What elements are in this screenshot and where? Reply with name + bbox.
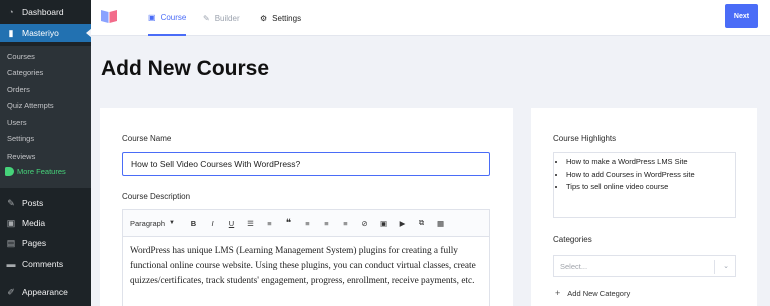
submenu-courses[interactable]: Courses — [7, 52, 35, 61]
tab-settings[interactable]: ⚙ Settings — [260, 0, 301, 36]
submenu-users[interactable]: Users — [7, 118, 27, 127]
menu-appearance-label: Appearance — [22, 287, 68, 297]
embed-icon[interactable]: ⧉ — [412, 218, 431, 228]
highlight-item: How to add Courses in WordPress site — [566, 169, 723, 182]
course-name-input[interactable]: How to Sell Video Courses With WordPress… — [122, 152, 490, 176]
bold-icon[interactable]: B — [184, 219, 203, 228]
dashboard-icon: ◔ — [8, 7, 14, 17]
course-name-value: How to Sell Video Courses With WordPress… — [131, 159, 301, 169]
menu-pages[interactable]: ▤ Pages — [0, 234, 91, 252]
categories-label: Categories — [553, 235, 592, 244]
menu-masteriyo[interactable]: ▮ Masteriyo — [0, 24, 92, 42]
chevron-down-icon: ▼ — [169, 220, 175, 226]
submenu-orders[interactable]: Orders — [7, 85, 30, 94]
highlight-item: Tips to sell online video course — [566, 181, 723, 194]
tab-course[interactable]: ▣ Course — [148, 0, 187, 36]
pages-icon: ▤ — [6, 237, 16, 248]
plus-icon: + — [555, 288, 561, 298]
tab-builder-label: Builder — [214, 13, 240, 23]
numbered-list-icon[interactable]: ≡ — [260, 219, 279, 228]
quote-icon[interactable]: ❝ — [279, 218, 298, 229]
course-name-label: Course Name — [122, 134, 172, 143]
masteriyo-icon: ▮ — [8, 27, 14, 38]
link-icon[interactable]: ⊘ — [355, 219, 374, 228]
comments-icon: ▬ — [6, 259, 16, 269]
menu-comments[interactable]: ▬ Comments — [0, 255, 91, 273]
course-form-card: Course Name How to Sell Video Courses Wi… — [100, 108, 513, 306]
select-divider — [714, 260, 715, 274]
image-icon[interactable]: ▣ — [374, 219, 393, 228]
chevron-down-icon: ⌄ — [723, 263, 729, 270]
course-highlights-editor[interactable]: How to make a WordPress LMS Site How to … — [553, 152, 736, 218]
edit-icon: ✎ — [203, 13, 210, 23]
book-icon: ▣ — [148, 12, 156, 22]
italic-icon[interactable]: I — [203, 219, 222, 228]
menu-posts-label: Posts — [22, 198, 44, 208]
masteriyo-logo-icon — [101, 10, 117, 23]
highlight-item: How to make a WordPress LMS Site — [566, 156, 723, 169]
wp-admin-sidebar: ◔ Dashboard ▮ Masteriyo Courses Categori… — [0, 0, 92, 306]
pin-icon: ✎ — [7, 197, 15, 208]
appearance-icon: ✐ — [7, 286, 15, 297]
menu-dashboard-label: Dashboard — [22, 7, 64, 17]
categories-select[interactable]: Select... ⌄ — [553, 255, 736, 277]
video-icon[interactable]: ▶ — [393, 219, 412, 228]
menu-appearance[interactable]: ✐ Appearance — [0, 283, 91, 301]
align-center-icon[interactable]: ≡ — [317, 219, 336, 228]
editor-toolbar: Paragraph ▼ B I U ☰ ≡ ❝ ≡ ≡ ≡ ⊘ ▣ ▶ ⧉ ▦ — [123, 210, 489, 237]
masteriyo-submenu: Courses Categories Orders Quiz Attempts … — [0, 46, 91, 188]
menu-comments-label: Comments — [22, 259, 64, 269]
menu-pages-label: Pages — [22, 238, 47, 248]
add-new-category-label: Add New Category — [567, 288, 631, 298]
editor-content[interactable]: WordPress has unique LMS (Learning Manag… — [123, 237, 489, 296]
more-features-label: More Features — [17, 167, 66, 176]
description-editor: Paragraph ▼ B I U ☰ ≡ ❝ ≡ ≡ ≡ ⊘ ▣ ▶ ⧉ ▦ … — [122, 209, 490, 306]
submenu-quiz-attempts[interactable]: Quiz Attempts — [7, 101, 54, 110]
course-builder-header: ▣ Course ✎ Builder ⚙ Settings Next — [91, 0, 770, 36]
categories-placeholder: Select... — [560, 261, 588, 271]
course-side-card: Course Highlights How to make a WordPres… — [531, 108, 757, 306]
bullet-list-icon[interactable]: ☰ — [241, 219, 260, 228]
page-title: Add New Course — [101, 57, 270, 80]
megaphone-icon — [5, 167, 14, 176]
paragraph-select-value: Paragraph — [130, 218, 166, 228]
course-description-label: Course Description — [122, 192, 191, 201]
table-icon[interactable]: ▦ — [431, 219, 450, 228]
tab-course-label: Course — [160, 12, 187, 22]
menu-media-label: Media — [22, 218, 46, 228]
tab-settings-label: Settings — [272, 13, 302, 23]
align-right-icon[interactable]: ≡ — [336, 219, 355, 228]
next-button[interactable]: Next — [725, 4, 758, 28]
paragraph-select[interactable]: Paragraph ▼ — [130, 219, 184, 228]
menu-dashboard[interactable]: ◔ Dashboard — [0, 3, 91, 21]
menu-media[interactable]: ▣ Media — [0, 214, 91, 232]
submenu-categories[interactable]: Categories — [7, 68, 43, 77]
align-left-icon[interactable]: ≡ — [298, 219, 317, 228]
add-new-category-button[interactable]: + Add New Category — [555, 288, 630, 298]
course-highlights-label: Course Highlights — [553, 134, 617, 143]
gear-icon: ⚙ — [260, 13, 268, 23]
menu-masteriyo-label: Masteriyo — [22, 28, 59, 38]
tab-builder[interactable]: ✎ Builder — [203, 0, 240, 36]
media-icon: ▣ — [6, 217, 16, 228]
submenu-settings[interactable]: Settings — [7, 134, 34, 143]
submenu-reviews[interactable]: Reviews — [7, 152, 35, 161]
underline-icon[interactable]: U — [222, 219, 241, 228]
submenu-more-features[interactable]: More Features — [5, 167, 66, 176]
menu-posts[interactable]: ✎ Posts — [0, 194, 91, 212]
